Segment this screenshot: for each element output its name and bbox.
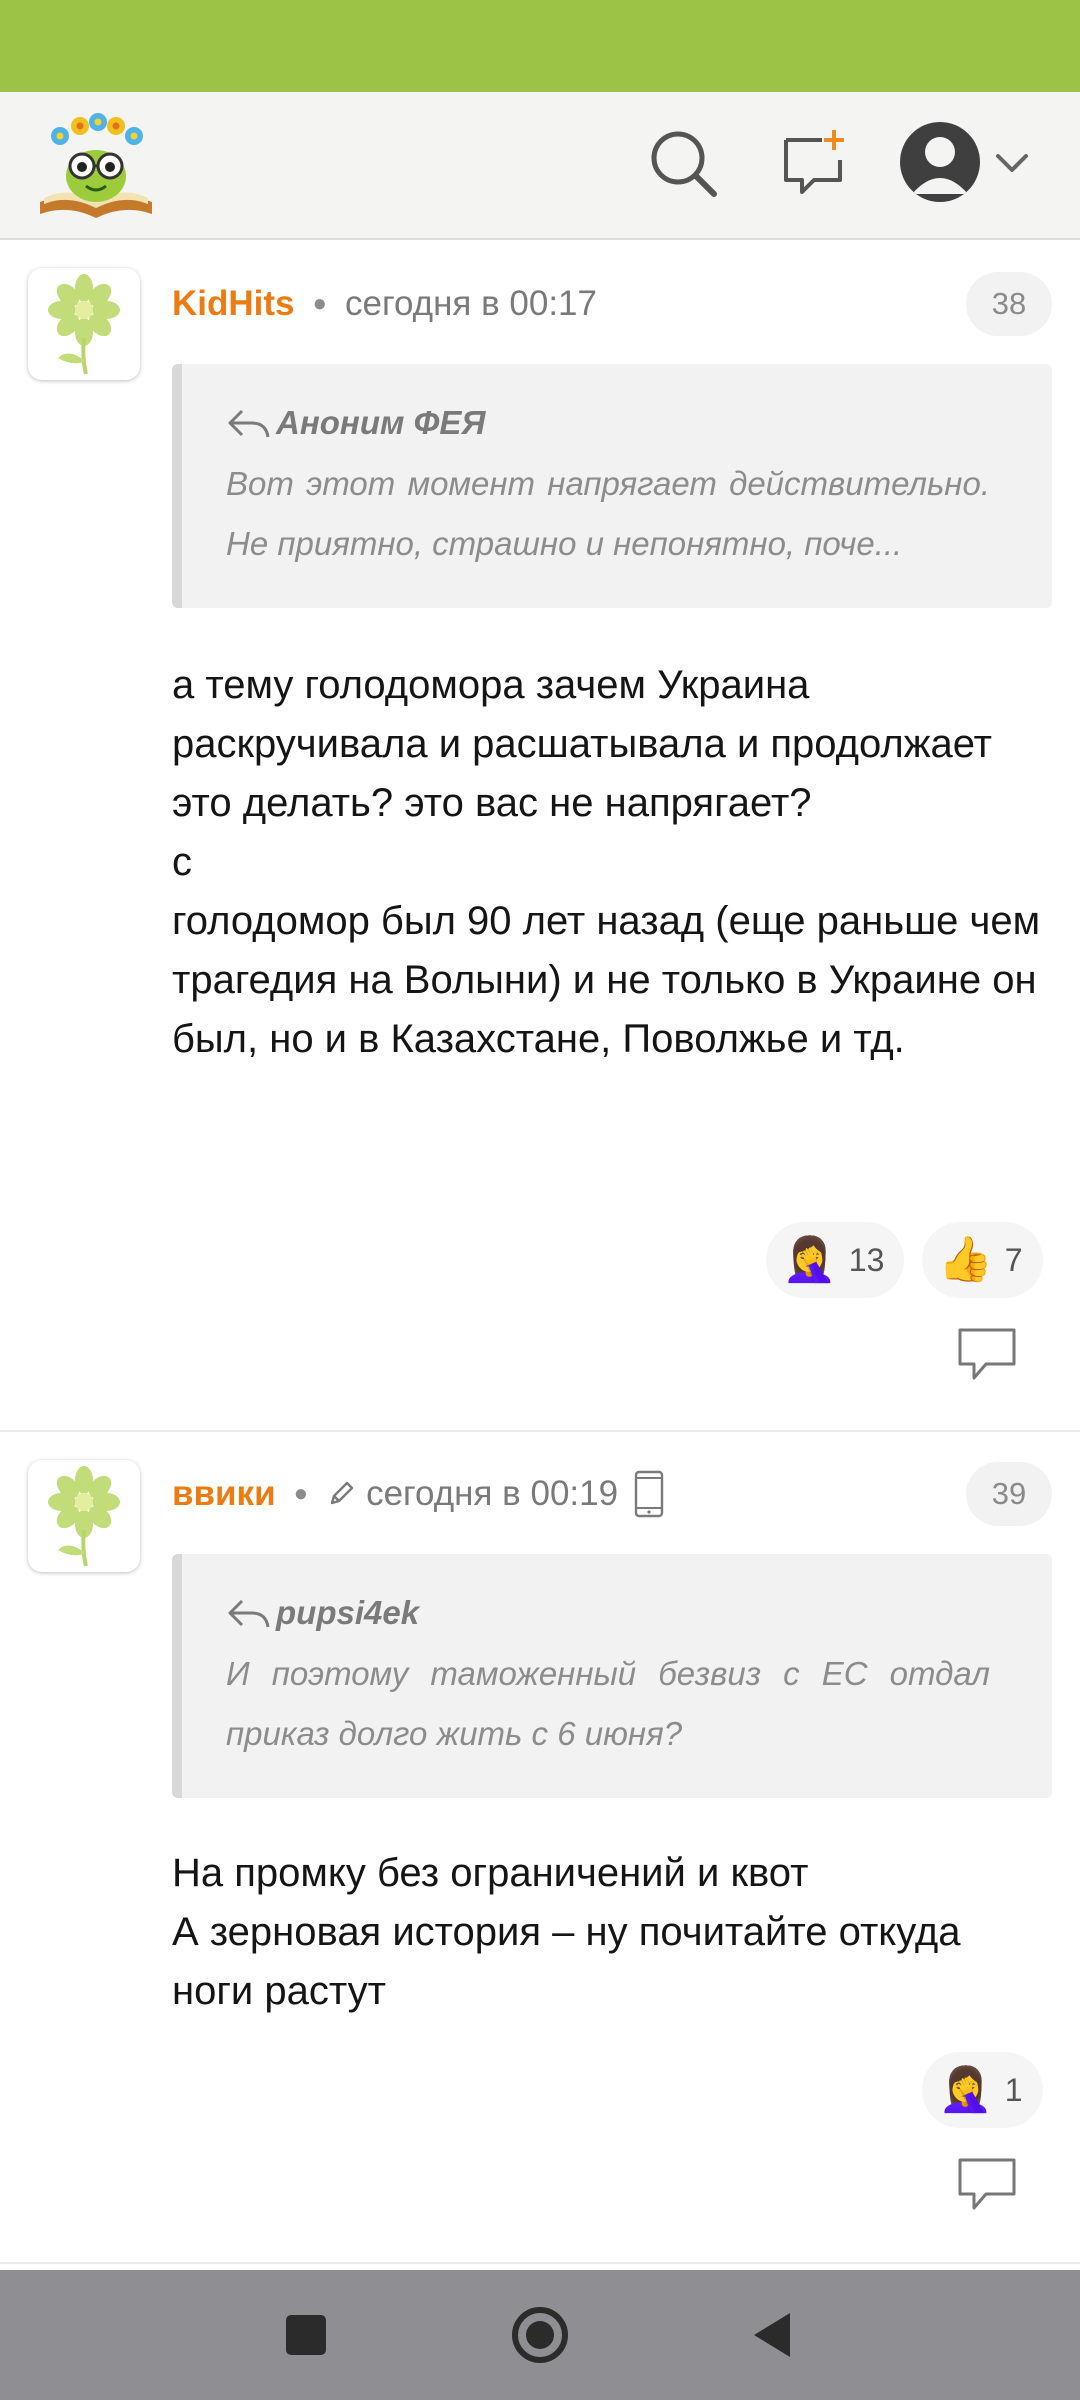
mobile-phone-icon xyxy=(634,1470,664,1518)
thumbs-up-icon: 👍 xyxy=(938,1235,993,1284)
comment-text: а тему голодомора зачем Украина раскручи… xyxy=(172,663,1041,1061)
reaction-facepalm[interactable]: 🤦‍♀️ 13 xyxy=(766,1222,905,1298)
edit-pencil-icon xyxy=(330,1481,354,1505)
reaction-count: 13 xyxy=(848,1241,885,1278)
reaction-facepalm[interactable]: 🤦‍♀️ 1 xyxy=(922,2052,1043,2128)
reaction-count: 1 xyxy=(1004,2071,1023,2108)
quote-text: Вот этот момент напрягает действительно.… xyxy=(226,465,990,562)
reply-comment-icon[interactable] xyxy=(956,2156,1018,2212)
compose-message-icon[interactable] xyxy=(778,126,850,198)
home-icon[interactable] xyxy=(508,2305,572,2365)
reaction-thumbs-up[interactable]: 👍 7 xyxy=(922,1222,1043,1298)
comment-39: ввики ● сегодня в 00:19 39 pupsi4ek И по… xyxy=(0,1430,1080,2260)
quote-author: pupsi4ek xyxy=(226,1588,990,1638)
comment-divider xyxy=(0,2262,1080,2264)
quote-block[interactable]: Аноним ФЕЯ Вот этот момент напрягает дей… xyxy=(172,364,1052,608)
author-name[interactable]: KidHits xyxy=(172,284,295,324)
reply-comment-icon[interactable] xyxy=(956,1326,1018,1382)
quote-author: Аноним ФЕЯ xyxy=(226,398,990,448)
facepalm-icon: 🤦‍♀️ xyxy=(938,2065,993,2114)
top-app-bar xyxy=(0,92,1080,240)
avatar[interactable] xyxy=(28,1460,140,1572)
author-name[interactable]: ввики xyxy=(172,1474,276,1514)
comment-meta: ввики ● сегодня в 00:19 xyxy=(172,1464,674,1524)
avatar[interactable] xyxy=(28,268,140,380)
comment-text: На промку без ограничений и квот А зерно… xyxy=(172,1851,961,2013)
comment-number-badge[interactable]: 38 xyxy=(966,272,1052,336)
user-avatar-icon[interactable] xyxy=(900,122,980,202)
comment-time: сегодня в 00:19 xyxy=(366,1474,619,1513)
chevron-down-icon[interactable] xyxy=(994,144,1030,180)
separator-dot: ● xyxy=(293,1480,309,1507)
quote-text: И поэтому таможенный безвиз с ЕС отдал п… xyxy=(226,1655,990,1752)
reply-arrow-icon xyxy=(228,1599,270,1628)
system-navigation-bar xyxy=(0,2270,1080,2400)
quote-block[interactable]: pupsi4ek И поэтому таможенный безвиз с Е… xyxy=(172,1554,1052,1798)
comment-time: сегодня в 00:17 xyxy=(345,284,597,323)
comment-meta: KidHits ● сегодня в 00:17 xyxy=(172,274,597,334)
reply-arrow-icon xyxy=(228,409,270,438)
facepalm-icon: 🤦‍♀️ xyxy=(782,1235,837,1284)
comment-38: KidHits ● сегодня в 00:17 38 Аноним ФЕЯ … xyxy=(0,240,1080,1430)
status-bar xyxy=(0,0,1080,92)
back-icon[interactable] xyxy=(748,2305,796,2365)
comment-number-badge[interactable]: 39 xyxy=(966,1462,1052,1526)
separator-dot: ● xyxy=(312,290,328,317)
site-logo[interactable] xyxy=(34,110,158,222)
reaction-count: 7 xyxy=(1004,1241,1023,1278)
search-icon[interactable] xyxy=(646,126,720,200)
recent-apps-icon[interactable] xyxy=(282,2305,330,2365)
